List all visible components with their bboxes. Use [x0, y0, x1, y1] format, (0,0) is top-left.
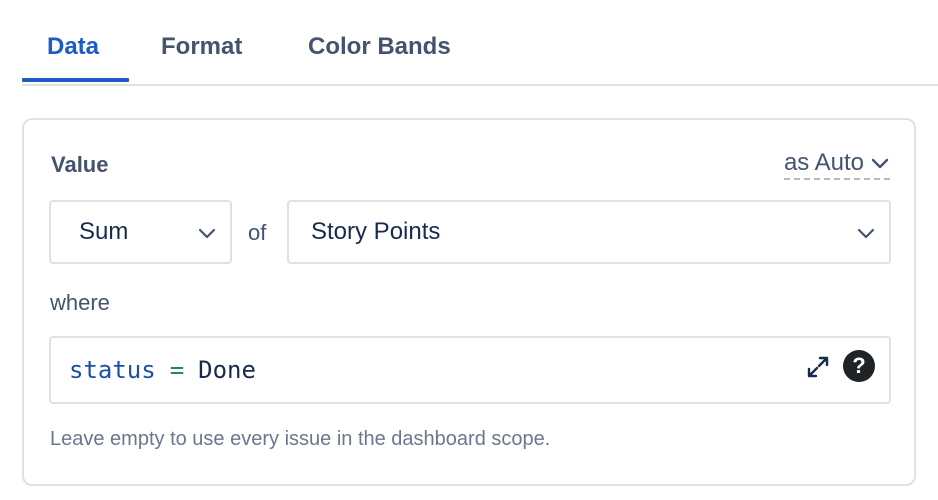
where-label: where: [50, 290, 110, 315]
query-value: Done: [198, 356, 256, 384]
tab-format[interactable]: Format: [161, 33, 242, 61]
chevron-down-icon: [857, 228, 875, 239]
query-field: status: [69, 356, 156, 384]
active-tab-indicator: [22, 78, 129, 82]
display-mode-label: as Auto: [783, 149, 864, 176]
tab-bar: Data Format Color Bands: [22, 0, 938, 86]
tab-color-bands[interactable]: Color Bands: [308, 33, 451, 61]
field-select[interactable]: Story Points: [287, 200, 891, 264]
aggregation-value: Sum: [79, 218, 129, 245]
chevron-down-icon: [198, 228, 216, 239]
aggregation-select[interactable]: Sum: [49, 200, 232, 264]
help-icon[interactable]: ?: [843, 350, 875, 382]
display-mode-dropdown[interactable]: as Auto: [783, 149, 890, 180]
tab-data[interactable]: Data: [47, 33, 99, 61]
query-operator: =: [169, 356, 185, 384]
chevron-down-icon: [871, 158, 889, 169]
filter-query-input[interactable]: status = Done ?: [49, 336, 891, 404]
expand-icon[interactable]: [805, 354, 831, 380]
helper-text: Leave empty to use every issue in the da…: [50, 428, 551, 450]
value-label: Value: [51, 152, 109, 177]
value-config-card: Value as Auto Sum of Story Points where …: [22, 118, 916, 486]
field-value: Story Points: [311, 218, 441, 245]
of-label: of: [248, 220, 267, 245]
